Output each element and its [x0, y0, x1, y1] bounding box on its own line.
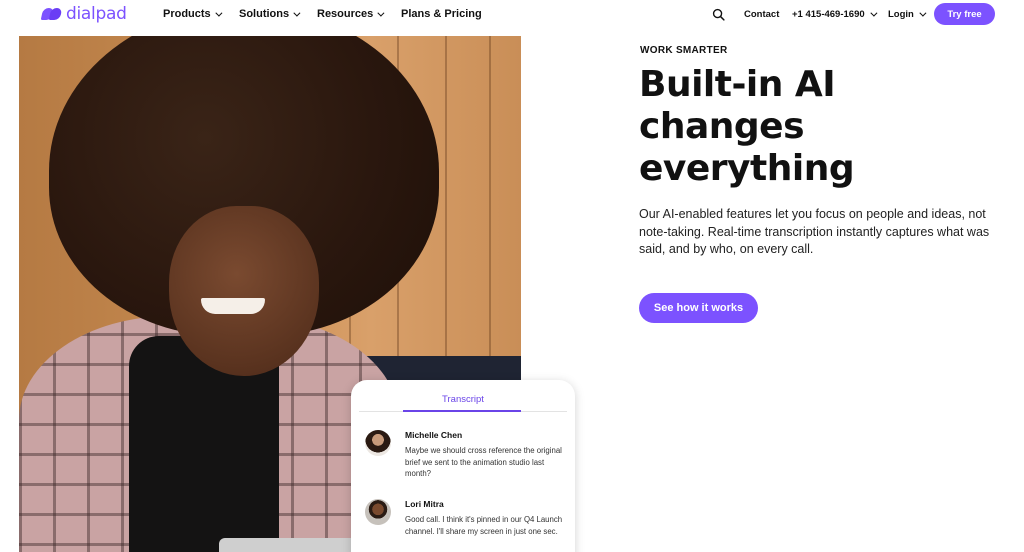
hero-description: Our AI-enabled features let you focus on…	[639, 207, 990, 256]
nav-item-label: Products	[163, 8, 211, 20]
headline-line: Built-in AI	[639, 64, 836, 105]
see-how-it-works-button[interactable]: See how it works	[639, 293, 758, 323]
message-text: Good call. I think it's pinned in our Q4…	[405, 515, 563, 536]
nav-item-label: Resources	[317, 8, 374, 20]
speaker-name: Michelle Chen	[405, 430, 463, 440]
avatar	[365, 430, 391, 456]
try-free-button[interactable]: Try free	[934, 3, 995, 25]
chevron-down-icon	[870, 9, 878, 17]
tab-transcript[interactable]: Transcript	[351, 394, 575, 405]
dialpad-logo-icon	[40, 7, 63, 21]
eyebrow-text: WORK SMARTER	[640, 45, 728, 56]
phone-number: +1 415-469-1690	[792, 9, 865, 20]
transcript-card: Transcript Michelle Chen Maybe we should…	[351, 380, 575, 552]
active-tab-indicator	[403, 410, 521, 412]
headline-line: everything	[639, 148, 855, 189]
chevron-down-icon	[377, 9, 385, 17]
nav-item-label: Plans & Pricing	[401, 8, 482, 20]
login-label: Login	[888, 9, 914, 20]
nav-item-plans-pricing[interactable]: Plans & Pricing	[401, 8, 482, 20]
chevron-down-icon	[293, 9, 301, 17]
chevron-down-icon	[919, 9, 927, 17]
avatar	[365, 499, 391, 525]
contact-link[interactable]: Contact	[744, 9, 779, 20]
hero-headline: Built-in AI changes everything	[639, 64, 969, 190]
speaker-name: Lori Mitra	[405, 499, 444, 509]
phone-selector[interactable]: +1 415-469-1690	[792, 9, 878, 20]
search-icon[interactable]	[712, 8, 725, 21]
nav-item-resources[interactable]: Resources	[317, 8, 385, 20]
login-menu[interactable]: Login	[888, 9, 927, 20]
logo-text: dialpad	[66, 4, 127, 24]
dialpad-logo[interactable]: dialpad	[40, 4, 127, 24]
message-text: Maybe we should cross reference the orig…	[405, 446, 562, 478]
nav-item-label: Solutions	[239, 8, 290, 20]
top-navigation: dialpad Products Solutions Resources Pla…	[0, 0, 1024, 30]
nav-item-solutions[interactable]: Solutions	[239, 8, 301, 20]
nav-item-products[interactable]: Products	[163, 8, 223, 20]
headline-line: changes	[639, 106, 805, 147]
chevron-down-icon	[215, 9, 223, 17]
